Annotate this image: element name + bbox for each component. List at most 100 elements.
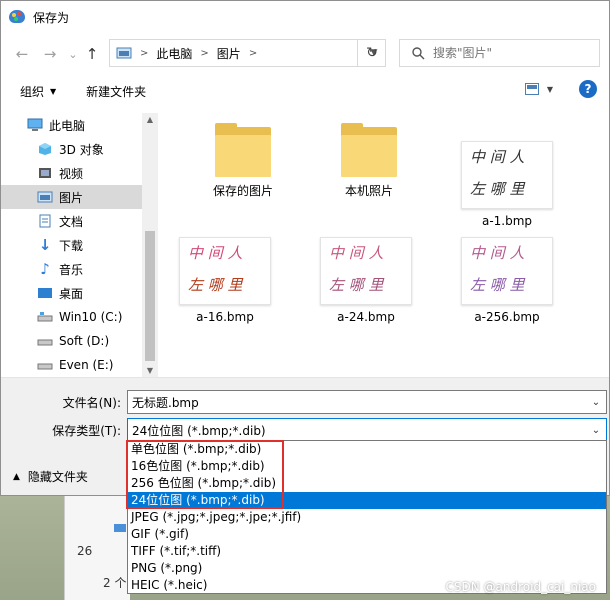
image-thumbnail: 中 间 人 左 哪 里 bbox=[179, 237, 271, 305]
up-button[interactable]: ↑ bbox=[81, 43, 103, 65]
background-text: 26 bbox=[77, 544, 93, 558]
file-name: a-256.bmp bbox=[474, 310, 540, 324]
scrollbar-thumb[interactable] bbox=[145, 231, 155, 361]
chevron-down-icon: ▼ bbox=[546, 84, 553, 94]
file-item-folder[interactable]: 保存的图片 bbox=[193, 113, 293, 199]
sidebar-item-downloads[interactable]: ↓ 下载 bbox=[1, 233, 158, 257]
new-folder-button[interactable]: 新建文件夹 bbox=[86, 83, 146, 100]
sidebar-item-drive-d[interactable]: Soft (D:) bbox=[1, 329, 158, 353]
address-bar[interactable]: > 此电脑 > 图片 > ▼ bbox=[109, 39, 386, 67]
help-button[interactable]: ? bbox=[579, 80, 597, 98]
sidebar-item-label: 下载 bbox=[59, 238, 84, 253]
drive-icon bbox=[37, 333, 53, 349]
handwriting-text: 中 间 人 bbox=[470, 148, 525, 166]
view-icon bbox=[524, 83, 539, 95]
organize-button[interactable]: 组织 ▼ bbox=[20, 83, 56, 100]
file-item-image[interactable]: 中 间 人 左 哪 里 a-16.bmp bbox=[175, 237, 275, 324]
cube-icon bbox=[37, 141, 53, 157]
filetype-option[interactable]: 单色位图 (*.bmp;*.dib) bbox=[128, 441, 606, 458]
file-name: a-16.bmp bbox=[196, 310, 254, 324]
breadcrumb-pictures[interactable]: 图片 bbox=[217, 45, 241, 62]
file-name: a-1.bmp bbox=[481, 214, 533, 228]
recent-locations-button[interactable]: ⌄ bbox=[67, 43, 79, 65]
hide-folders-button[interactable]: ▲ 隐藏文件夹 bbox=[13, 468, 88, 485]
background-text: 2 个 bbox=[103, 576, 127, 590]
refresh-button[interactable]: ↻ bbox=[357, 39, 386, 67]
title-bar: 保存为 bbox=[1, 1, 609, 33]
sidebar-item-drive-e[interactable]: Even (E:) bbox=[1, 353, 158, 377]
filetype-option[interactable]: GIF (*.gif) bbox=[128, 526, 606, 543]
file-name: 本机照片 bbox=[344, 184, 393, 198]
back-button[interactable]: ← bbox=[11, 43, 33, 65]
image-thumbnail: 中 间 人 左 哪 里 bbox=[320, 237, 412, 305]
sidebar-item-label: 3D 对象 bbox=[59, 142, 104, 157]
filename-input[interactable]: 无标题.bmp ⌄ bbox=[127, 390, 607, 414]
filename-label: 文件名(N): bbox=[62, 396, 121, 410]
folder-icon bbox=[215, 123, 271, 177]
picture-icon bbox=[37, 189, 53, 205]
scroll-up-icon[interactable]: ▲ bbox=[142, 115, 158, 124]
sidebar-item-label: 文档 bbox=[59, 214, 84, 229]
window-title: 保存为 bbox=[33, 10, 70, 25]
handwriting-text: 中 间 人 bbox=[329, 244, 384, 262]
sidebar-item-drive-c[interactable]: Win10 (C:) bbox=[1, 305, 158, 329]
file-list: 保存的图片 本机照片 中 间 人 左 哪 里 a-1.bmp 中 间 人 左 哪… bbox=[161, 113, 609, 377]
sidebar-item-videos[interactable]: 视频 bbox=[1, 161, 158, 185]
handwriting-text: 左 哪 里 bbox=[470, 180, 525, 198]
forward-button[interactable]: → bbox=[39, 43, 61, 65]
sidebar-item-this-pc[interactable]: 此电脑 bbox=[1, 113, 158, 137]
sidebar-item-documents[interactable]: 文档 bbox=[1, 209, 158, 233]
sidebar-item-3d-objects[interactable]: 3D 对象 bbox=[1, 137, 158, 161]
sidebar-item-label: Even (E:) bbox=[59, 358, 114, 372]
sidebar-item-label: 桌面 bbox=[59, 286, 84, 301]
filename-value: 无标题.bmp bbox=[132, 395, 199, 410]
filetype-option[interactable]: TIFF (*.tif;*.tiff) bbox=[128, 543, 606, 560]
paint-icon bbox=[9, 9, 27, 25]
chevron-down-icon[interactable]: ⌄ bbox=[586, 397, 606, 408]
desktop-icon bbox=[37, 285, 53, 301]
filetype-value: 24位位图 (*.bmp;*.dib) bbox=[132, 423, 266, 438]
network-icon bbox=[114, 524, 126, 532]
image-thumbnail: 中 间 人 左 哪 里 bbox=[461, 141, 553, 209]
handwriting-text: 中 间 人 bbox=[188, 244, 243, 262]
sidebar-item-pictures[interactable]: 图片 bbox=[1, 185, 158, 209]
drive-icon bbox=[37, 309, 53, 325]
chevron-down-icon[interactable]: ⌄ bbox=[586, 425, 606, 436]
sidebar-item-desktop[interactable]: 桌面 bbox=[1, 281, 158, 305]
background-window: 26 2 个 bbox=[64, 496, 130, 600]
file-item-image[interactable]: 中 间 人 左 哪 里 a-1.bmp bbox=[457, 141, 557, 228]
watermark: CSDN @android_cai_niao bbox=[445, 580, 597, 594]
file-name: 保存的图片 bbox=[212, 184, 273, 198]
file-item-folder[interactable]: 本机照片 bbox=[319, 113, 419, 199]
file-item-image[interactable]: 中 间 人 左 哪 里 a-24.bmp bbox=[316, 237, 416, 324]
filetype-option[interactable]: PNG (*.png) bbox=[128, 560, 606, 577]
save-as-dialog: 保存为 ← → ⌄ ↑ > 此电脑 > 图片 > ▼ ↻ 组织 ▼ 新建文件夹 … bbox=[0, 0, 610, 496]
handwriting-text: 左 哪 里 bbox=[188, 276, 243, 294]
filetype-select[interactable]: 24位位图 (*.bmp;*.dib) ⌄ bbox=[127, 418, 607, 442]
search-input[interactable] bbox=[433, 46, 583, 60]
sidebar-item-label: 视频 bbox=[59, 166, 84, 181]
chevron-down-icon: ▼ bbox=[50, 86, 57, 96]
filetype-label: 保存类型(T): bbox=[52, 424, 121, 438]
filetype-option[interactable]: JPEG (*.jpg;*.jpeg;*.jpe;*.jfif) bbox=[128, 509, 606, 526]
file-item-image[interactable]: 中 间 人 左 哪 里 a-256.bmp bbox=[457, 237, 557, 324]
filetype-option[interactable]: 256 色位图 (*.bmp;*.dib) bbox=[128, 475, 606, 492]
scroll-down-icon[interactable]: ▼ bbox=[142, 366, 158, 375]
picture-folder-icon bbox=[116, 47, 132, 59]
view-options-button[interactable]: ▼ bbox=[524, 83, 553, 95]
video-icon bbox=[37, 165, 53, 181]
breadcrumb-this-pc[interactable]: 此电脑 bbox=[156, 45, 192, 62]
filetype-option-selected[interactable]: 24位位图 (*.bmp;*.dib) bbox=[128, 492, 606, 509]
folder-icon bbox=[341, 123, 397, 177]
handwriting-text: 左 哪 里 bbox=[470, 276, 525, 294]
handwriting-text: 左 哪 里 bbox=[329, 276, 384, 294]
search-box[interactable] bbox=[399, 39, 600, 67]
sidebar-item-label: 音乐 bbox=[59, 262, 84, 277]
drive-icon bbox=[37, 357, 53, 373]
sidebar-scrollbar[interactable]: ▲ ▼ bbox=[142, 113, 158, 377]
sidebar-item-music[interactable]: ♪ 音乐 bbox=[1, 257, 158, 281]
download-icon: ↓ bbox=[38, 236, 52, 254]
sidebar-item-label: 此电脑 bbox=[49, 118, 86, 133]
filetype-option[interactable]: 16色位图 (*.bmp;*.dib) bbox=[128, 458, 606, 475]
file-name: a-24.bmp bbox=[337, 310, 395, 324]
